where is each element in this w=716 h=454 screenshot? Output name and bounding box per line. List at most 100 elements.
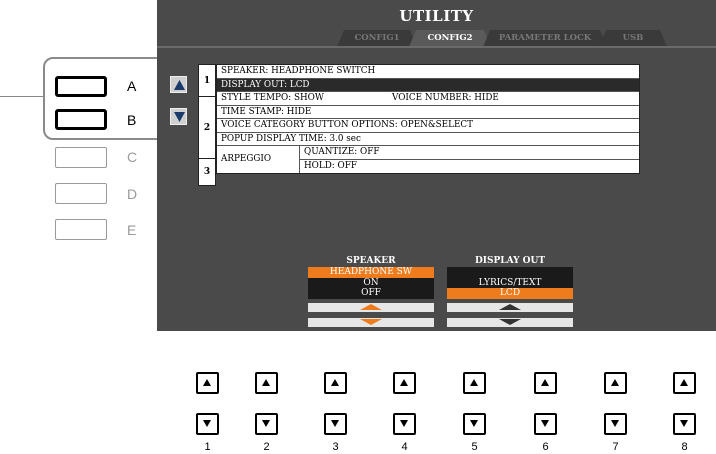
up-triangle-icon [331,379,339,386]
page-number-1[interactable]: 1 [198,64,216,97]
callout-leader-line [0,96,43,97]
lcd-screen: UTILITY CONFIG1 CONFIG2 PARAMETER LOCK U… [157,0,716,331]
settings-table: SPEAKER: HEADPHONE SWITCH DISPLAY OUT: L… [216,64,640,174]
page-number-3-label: 3 [203,167,211,177]
row-voice-category-text: VOICE CATEGORY BUTTON OPTIONS: OPEN&SELE… [221,120,473,130]
button-2-number: 2 [263,441,270,453]
button-4-down[interactable] [393,413,416,435]
tab-parameter-lock-label: PARAMETER LOCK [498,33,592,43]
tab-config1[interactable]: CONFIG1 [337,30,417,47]
button-5-up[interactable] [463,372,486,394]
row-speaker[interactable]: SPEAKER: HEADPHONE SWITCH [217,65,639,79]
speaker-scroll-down[interactable] [308,318,434,327]
button-8-down[interactable] [673,413,696,435]
display-out-scroll-down[interactable] [447,318,573,327]
row-popup-time[interactable]: POPUP DISPLAY TIME: 3.0 sec [217,133,639,146]
side-button-c[interactable] [55,147,107,168]
down-arrow-icon [174,112,185,122]
speaker-option-on[interactable]: ON [308,278,434,289]
row-popup-time-text: POPUP DISPLAY TIME: 3.0 sec [221,133,361,144]
display-out-scroll-up[interactable] [447,303,573,312]
button-1-number: 1 [204,441,211,453]
tab-parameter-lock[interactable]: PARAMETER LOCK [483,30,607,47]
button-3-down[interactable] [324,413,347,435]
row-style-tempo[interactable]: STYLE TEMPO: SHOW VOICE NUMBER: HIDE [217,92,639,106]
tab-usb[interactable]: USB [599,30,667,47]
down-triangle-icon [331,420,339,427]
row-voice-number-text: VOICE NUMBER: HIDE [392,93,499,103]
down-triangle-icon [611,420,619,427]
row-speaker-text: SPEAKER: HEADPHONE SWITCH [221,66,376,76]
button-3-number: 3 [332,441,339,453]
row-time-stamp[interactable]: TIME STAMP: HIDE [217,106,639,119]
button-4-up[interactable] [393,372,416,394]
row-time-stamp-text: TIME STAMP: HIDE [221,106,312,117]
button-2-up[interactable] [255,372,278,394]
screen-title: UTILITY [399,7,474,25]
tab-config1-label: CONFIG1 [354,33,400,43]
page-number-2-label: 2 [203,122,211,133]
button-1-down[interactable] [196,413,219,435]
tab-config2[interactable]: CONFIG2 [409,30,491,47]
button-8-number: 8 [681,441,688,453]
button-4-number: 4 [401,441,408,453]
up-arrow-icon [174,80,185,90]
side-button-c-label: C [127,149,138,165]
button-6-number: 6 [542,441,549,453]
down-triangle-icon [680,420,688,427]
page-number-3[interactable]: 3 [198,158,216,186]
display-out-option-lcd[interactable]: LCD [447,288,573,299]
down-triangle-icon [400,420,408,427]
display-out-selector-list[interactable]: LYRICS/TEXT LCD [447,267,573,299]
page-number-1-label: 1 [203,75,211,86]
button-7-up[interactable] [604,372,627,394]
side-button-b-label: B [127,112,137,128]
down-triangle-icon [541,420,549,427]
down-triangle-icon [470,420,478,427]
side-button-e[interactable] [55,219,107,240]
button-5-number: 5 [471,441,478,453]
row-voice-category[interactable]: VOICE CATEGORY BUTTON OPTIONS: OPEN&SELE… [217,119,639,133]
display-out-option-lyrics-text[interactable]: LYRICS/TEXT [447,278,573,289]
button-1-up[interactable] [196,372,219,394]
button-7-number: 7 [612,441,619,453]
up-arrow-icon [360,304,382,310]
tab-config2-label: CONFIG2 [427,33,473,43]
up-arrow-icon [499,304,521,310]
button-3-up[interactable] [324,372,347,394]
button-8-up[interactable] [673,372,696,394]
display-out-option-blank [447,267,573,278]
side-button-b[interactable] [55,109,107,130]
row-display-out[interactable]: DISPLAY OUT: LCD [217,78,639,92]
up-triangle-icon [680,379,688,386]
button-7-down[interactable] [604,413,627,435]
down-triangle-icon [203,420,211,427]
speaker-selector-list[interactable]: HEADPHONE SW ON OFF [308,267,434,299]
up-triangle-icon [400,379,408,386]
scroll-up-button[interactable] [170,76,187,93]
side-button-a[interactable] [55,76,107,97]
button-5-down[interactable] [463,413,486,435]
tab-usb-label: USB [622,33,644,43]
button-6-down[interactable] [534,413,557,435]
speaker-selector-header: SPEAKER [346,256,396,266]
tab-underline [157,46,716,48]
speaker-option-headphone-sw[interactable]: HEADPHONE SW [308,267,434,278]
speaker-option-off[interactable]: OFF [308,288,434,299]
row-hold[interactable]: HOLD: OFF [300,160,639,174]
row-style-tempo-text: STYLE TEMPO: SHOW [221,93,324,103]
scroll-down-button[interactable] [170,108,187,125]
button-2-down[interactable] [255,413,278,435]
display-out-selector-header: DISPLAY OUT [474,256,546,266]
side-button-d-label: D [127,186,138,202]
button-6-up[interactable] [534,372,557,394]
row-quantize[interactable]: QUANTIZE: OFF [300,146,639,160]
row-arpeggio: ARPEGGIO QUANTIZE: OFF HOLD: OFF [217,146,639,173]
down-arrow-icon [499,319,521,325]
side-button-a-label: A [127,78,137,94]
side-button-d[interactable] [55,183,107,204]
side-button-e-label: E [127,222,137,238]
page-number-2[interactable]: 2 [198,96,216,159]
up-triangle-icon [203,379,211,386]
speaker-scroll-up[interactable] [308,303,434,312]
